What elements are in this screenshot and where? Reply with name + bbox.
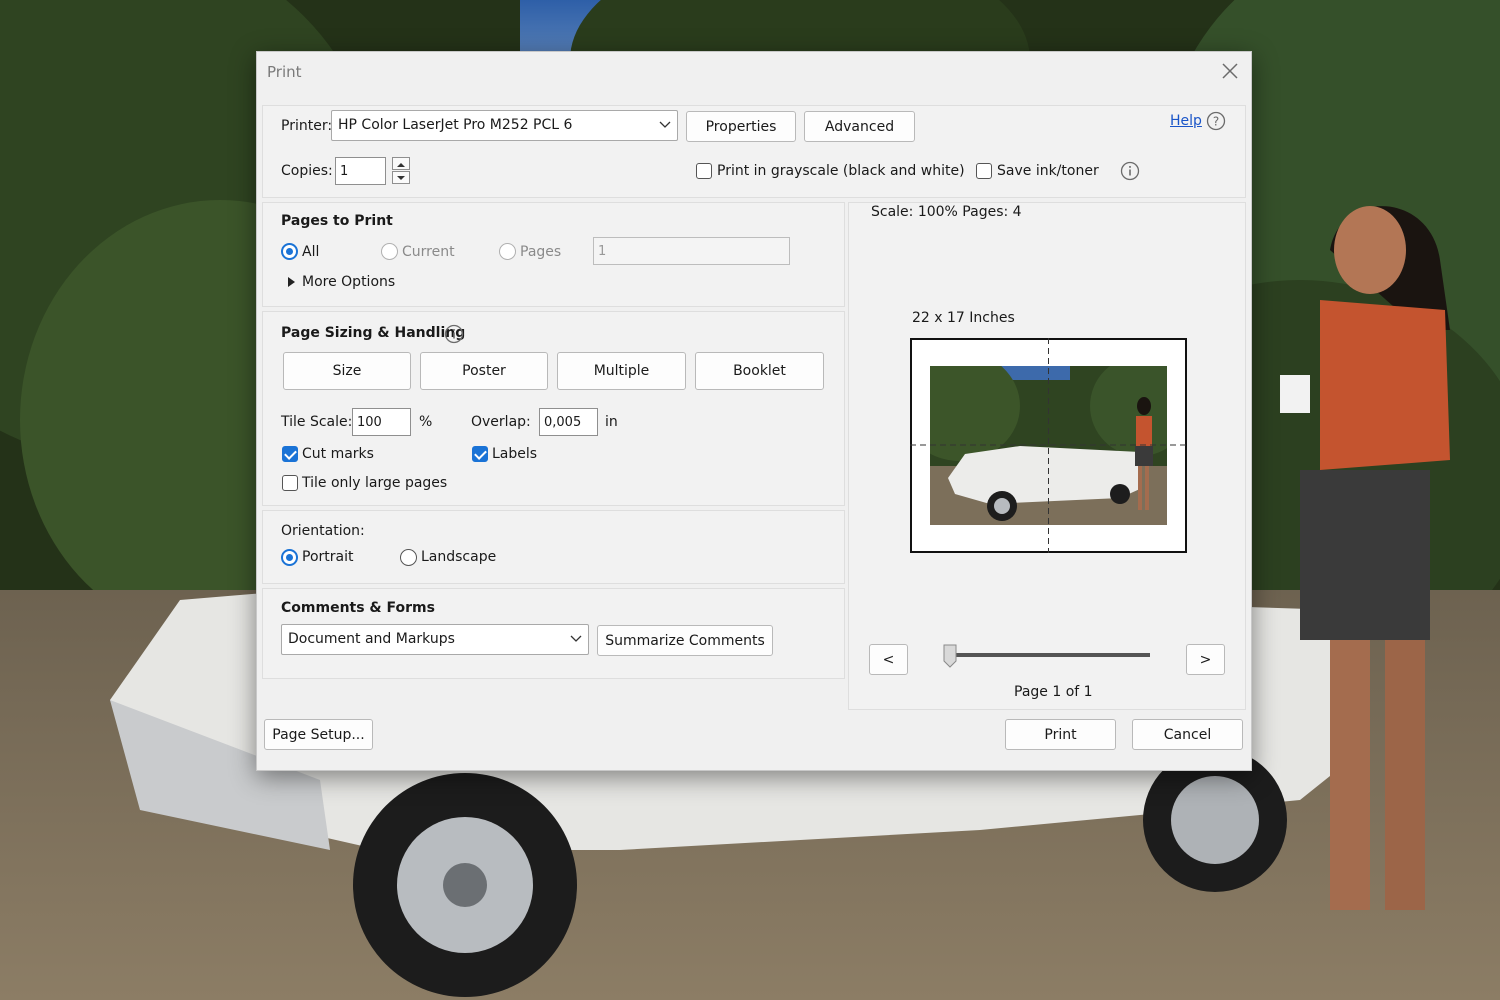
- radio-landscape[interactable]: [400, 549, 417, 566]
- more-options-label[interactable]: More Options: [302, 274, 395, 290]
- comments-forms-heading: Comments & Forms: [281, 600, 435, 616]
- tile-only-large-checkbox[interactable]: [282, 475, 298, 491]
- tile-scale-label: Tile Scale:: [281, 414, 353, 430]
- paper-size-text: 22 x 17 Inches: [912, 310, 1015, 326]
- pages-range-input[interactable]: [593, 237, 790, 265]
- title-bar: Print: [257, 52, 1251, 92]
- copies-decrement[interactable]: [392, 171, 410, 184]
- pages-to-print-heading: Pages to Print: [281, 213, 393, 229]
- page-slider-thumb[interactable]: [943, 644, 957, 668]
- preview-page: [910, 338, 1187, 553]
- svg-text:?: ?: [1213, 115, 1219, 129]
- close-icon[interactable]: [1219, 60, 1241, 82]
- radio-all[interactable]: [281, 243, 298, 260]
- chevron-down-icon: [570, 635, 582, 642]
- tile-scale-unit: %: [419, 414, 433, 430]
- comments-forms-selected-value: Document and Markups: [288, 631, 455, 647]
- portrait-label: Portrait: [302, 549, 354, 565]
- grayscale-label: Print in grayscale (black and white): [717, 163, 965, 179]
- radio-portrait[interactable]: [281, 549, 298, 566]
- tab-booklet[interactable]: Booklet: [695, 352, 824, 390]
- dialog-title: Print: [267, 63, 302, 81]
- comments-forms-select[interactable]: Document and Markups: [281, 624, 589, 655]
- page-indicator: Page 1 of 1: [1014, 684, 1093, 700]
- page-setup-button[interactable]: Page Setup...: [264, 719, 373, 750]
- overlap-input[interactable]: [539, 408, 598, 436]
- printer-select[interactable]: HP Color LaserJet Pro M252 PCL 6: [331, 110, 678, 141]
- scale-pages-text: Scale: 100% Pages: 4: [871, 204, 1022, 220]
- tab-poster[interactable]: Poster: [420, 352, 548, 390]
- radio-pages-label: Pages: [520, 244, 562, 260]
- page-sizing-heading: Page Sizing & Handling: [281, 325, 466, 341]
- preview-prev-button[interactable]: <: [869, 644, 908, 675]
- tile-scale-input[interactable]: [352, 408, 411, 436]
- preview-next-button[interactable]: >: [1186, 644, 1225, 675]
- landscape-label: Landscape: [421, 549, 497, 565]
- tab-multiple[interactable]: Multiple: [557, 352, 686, 390]
- help-link[interactable]: Help: [1170, 113, 1202, 129]
- chevron-down-icon: [397, 176, 405, 180]
- tab-size[interactable]: Size: [283, 352, 411, 390]
- labels-checkbox[interactable]: [472, 446, 488, 462]
- copies-label: Copies:: [281, 163, 333, 179]
- page-slider-track[interactable]: [948, 653, 1150, 657]
- printer-selected-value: HP Color LaserJet Pro M252 PCL 6: [338, 117, 573, 133]
- info-icon[interactable]: [444, 324, 464, 344]
- cancel-button[interactable]: Cancel: [1132, 719, 1243, 750]
- radio-current-label: Current: [402, 244, 455, 260]
- radio-all-label: All: [302, 244, 320, 260]
- radio-pages[interactable]: [499, 243, 516, 260]
- overlap-label: Overlap:: [471, 414, 531, 430]
- orientation-panel: [262, 510, 845, 584]
- chevron-up-icon: [397, 163, 405, 167]
- labels-label: Labels: [492, 446, 538, 462]
- chevron-down-icon: [659, 121, 671, 128]
- properties-button[interactable]: Properties: [686, 111, 796, 142]
- tile-cut-lines: [910, 338, 1187, 553]
- info-icon[interactable]: [1120, 161, 1140, 181]
- grayscale-checkbox[interactable]: [696, 163, 712, 179]
- help-question-icon[interactable]: ?: [1206, 111, 1226, 131]
- printer-label: Printer:: [281, 118, 333, 134]
- print-button[interactable]: Print: [1005, 719, 1116, 750]
- copies-increment[interactable]: [392, 157, 410, 170]
- cut-marks-label: Cut marks: [302, 446, 374, 462]
- triangle-right-icon[interactable]: [287, 276, 297, 288]
- radio-current[interactable]: [381, 243, 398, 260]
- save-ink-label: Save ink/toner: [997, 163, 1099, 179]
- save-ink-checkbox[interactable]: [976, 163, 992, 179]
- orientation-heading: Orientation:: [281, 523, 365, 539]
- summarize-comments-button[interactable]: Summarize Comments: [597, 625, 773, 656]
- advanced-button[interactable]: Advanced: [804, 111, 915, 142]
- overlap-unit: in: [605, 414, 618, 430]
- cut-marks-checkbox[interactable]: [282, 446, 298, 462]
- copies-input[interactable]: [335, 157, 386, 185]
- tile-only-large-label: Tile only large pages: [302, 475, 448, 491]
